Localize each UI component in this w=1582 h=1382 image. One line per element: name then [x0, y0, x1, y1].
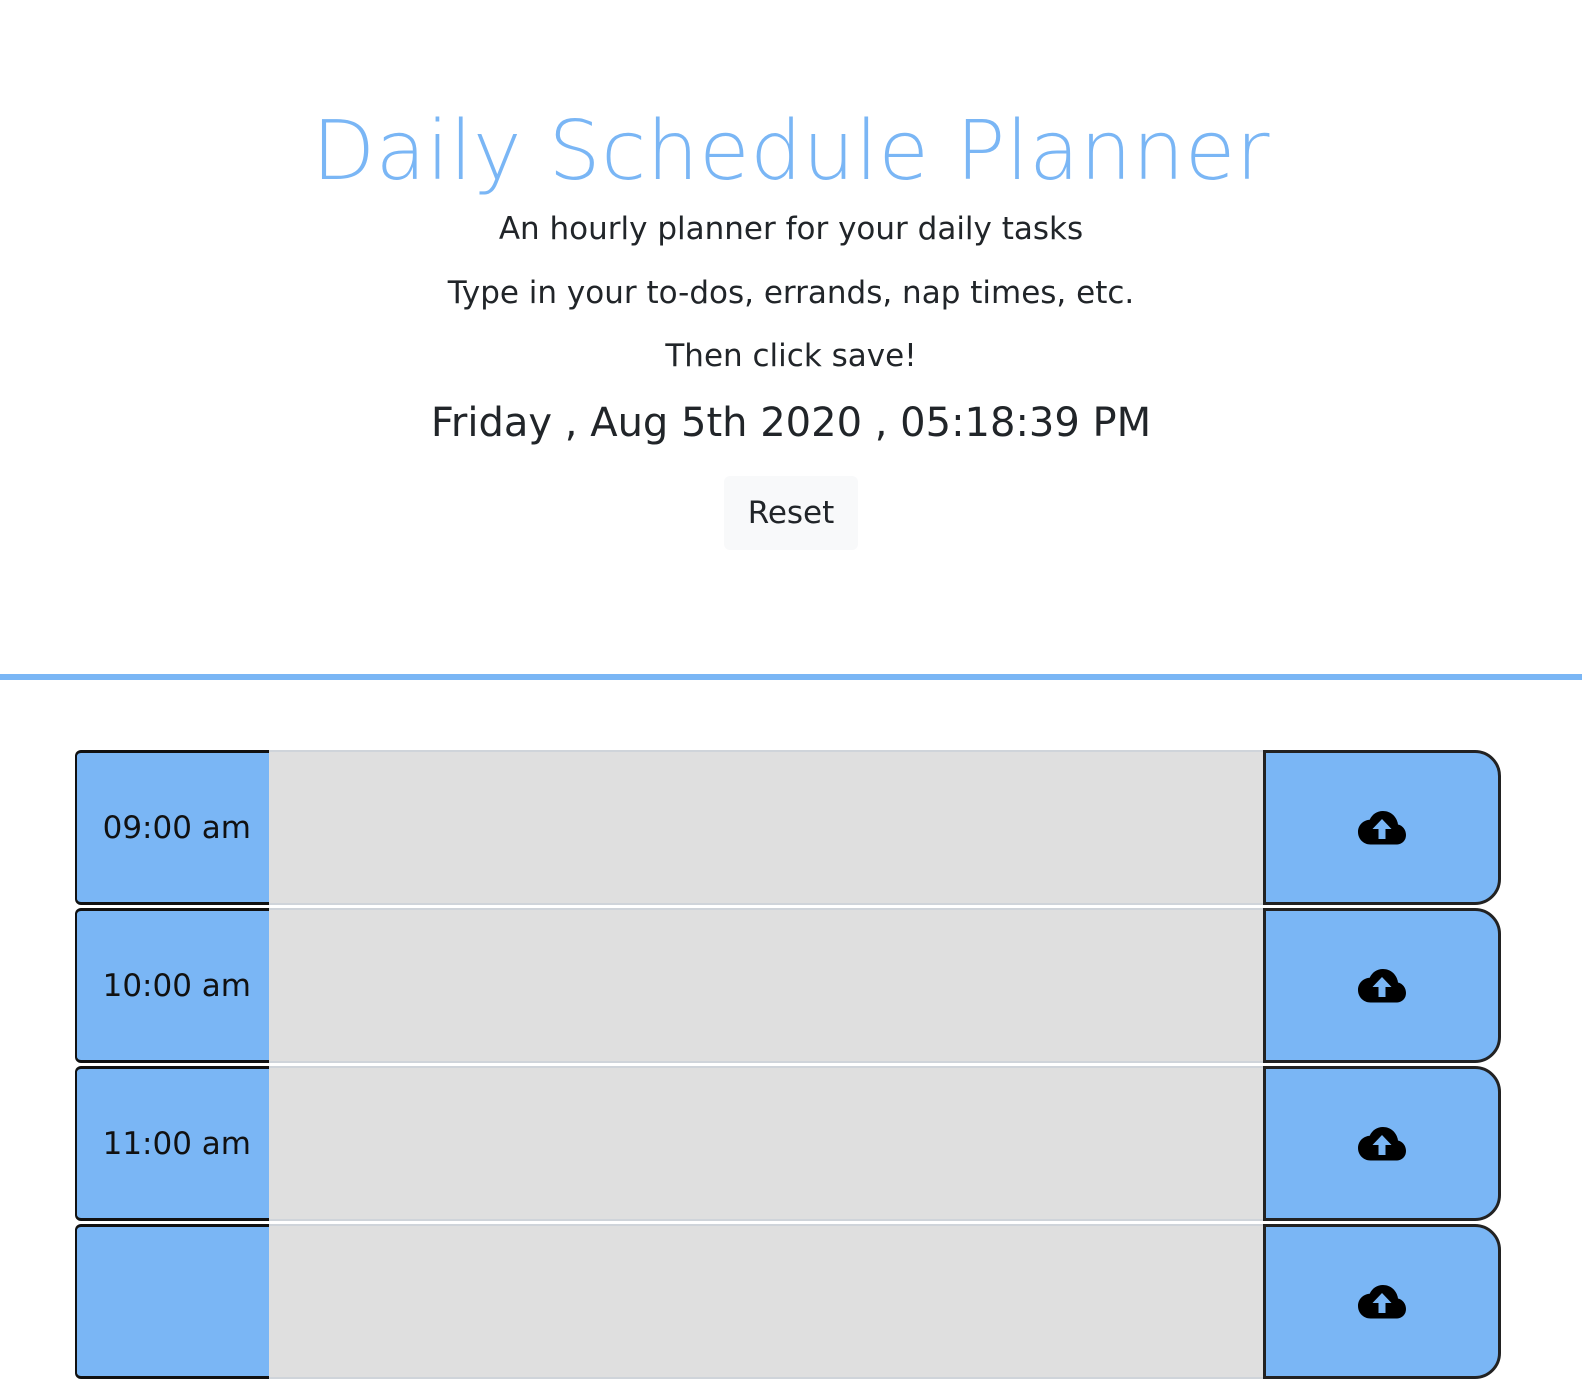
save-button[interactable] — [1263, 1224, 1501, 1379]
cloud-upload-icon — [1358, 810, 1406, 844]
subtitle-line-1: An hourly planner for your daily tasks — [498, 211, 1084, 247]
save-button[interactable] — [1263, 750, 1501, 905]
task-textarea[interactable] — [269, 1066, 1263, 1221]
subtitle-line-3: Then click save! — [665, 338, 917, 374]
hour-label: 11:00 am — [75, 1066, 269, 1221]
hour-label: 09:00 am — [75, 750, 269, 905]
time-block-row: 10:00 am — [75, 908, 1501, 1063]
hour-label — [75, 1224, 269, 1379]
header-jumbotron: Daily Schedule Planner An hourly planner… — [0, 0, 1582, 680]
time-block-list: 09:00 am 10:00 am 11:00 am — [75, 750, 1501, 1382]
subtitle-line-2: Type in your to-dos, errands, nap times,… — [447, 275, 1135, 311]
time-block-row: 09:00 am — [75, 750, 1501, 905]
cloud-upload-icon — [1358, 1126, 1406, 1160]
time-block-row: 11:00 am — [75, 1066, 1501, 1221]
reset-button[interactable]: Reset — [724, 476, 858, 550]
cloud-upload-icon — [1358, 968, 1406, 1002]
page-title: Daily Schedule Planner — [311, 104, 1270, 199]
cloud-upload-icon — [1358, 1284, 1406, 1318]
time-block-row — [75, 1224, 1501, 1379]
save-button[interactable] — [1263, 1066, 1501, 1221]
task-textarea[interactable] — [269, 908, 1263, 1063]
save-button[interactable] — [1263, 908, 1501, 1063]
task-textarea[interactable] — [269, 1224, 1263, 1379]
current-datetime: Friday , Aug 5th 2020 , 05:18:39 PM — [430, 400, 1152, 446]
task-textarea[interactable] — [269, 750, 1263, 905]
hour-label: 10:00 am — [75, 908, 269, 1063]
